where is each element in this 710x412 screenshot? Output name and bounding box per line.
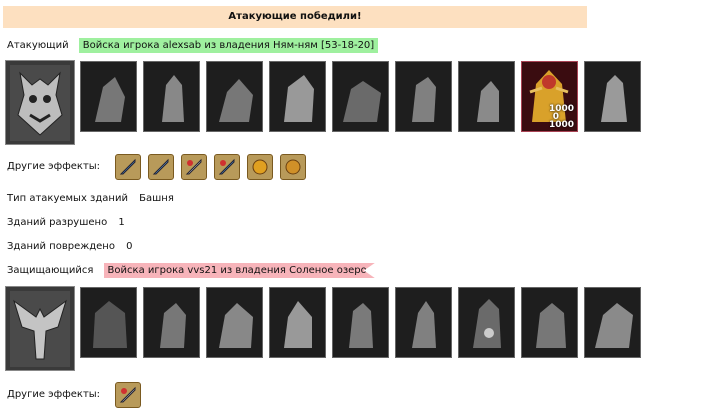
sword-gem-icon[interactable]	[214, 154, 240, 180]
attacker-unit-5[interactable]	[332, 61, 389, 132]
attacker-units: 1000 0 1000	[5, 60, 647, 145]
creature-icon	[283, 74, 314, 122]
sword-gem-icon[interactable]	[115, 382, 141, 408]
defender-unit-1[interactable]	[80, 287, 137, 358]
attacker-unit-2[interactable]	[143, 61, 200, 132]
buildings-destroyed-value: 1	[118, 217, 125, 228]
gold-beast-icon[interactable]	[280, 154, 306, 180]
attacker-unit-7[interactable]	[458, 61, 515, 132]
creature-icon	[476, 80, 499, 122]
creature-icon	[161, 74, 184, 122]
creature-icon	[94, 76, 125, 122]
creature-icon	[535, 302, 566, 348]
creature-icon	[218, 302, 253, 348]
defender-effects-label: Другие эффекты:	[7, 389, 101, 400]
buildings-damaged-value: 0	[126, 241, 133, 252]
building-type-value: Башня	[139, 193, 174, 204]
creature-icon	[342, 80, 381, 122]
attacker-name[interactable]: Войска игрока alexsab из владения Ням-ня…	[78, 38, 379, 53]
defender-unit-4[interactable]	[269, 287, 326, 358]
winged-skeleton-icon	[10, 290, 70, 367]
battle-result-banner: Атакующие победили!	[3, 6, 587, 28]
sword-icon[interactable]	[115, 154, 141, 180]
defender-effects	[115, 382, 141, 408]
defender-effects-row: Другие эффекты:	[7, 388, 100, 402]
creature-icon	[283, 300, 312, 348]
attacker-unit-9[interactable]	[584, 61, 641, 132]
building-type-label: Тип атакуемых зданий	[7, 193, 128, 204]
attacker-row: Атакующий Войска игрока alexsab из владе…	[7, 38, 379, 53]
building-type-row: Тип атакуемых зданий Башня	[7, 192, 174, 206]
creature-icon	[348, 302, 373, 348]
attacker-unit-6[interactable]	[395, 61, 452, 132]
sword-icon[interactable]	[148, 154, 174, 180]
defender-unit-9[interactable]	[584, 287, 641, 358]
defender-name[interactable]: Войска игрока vvs21 из владения Соленое …	[103, 263, 375, 278]
buildings-destroyed-label: Зданий разрушено	[7, 217, 108, 228]
defender-unit-8[interactable]	[521, 287, 578, 358]
attacker-unit-3[interactable]	[206, 61, 263, 132]
creature-icon	[92, 300, 127, 348]
attacker-effects-label: Другие эффекты:	[7, 161, 101, 172]
defender-unit-5[interactable]	[332, 287, 389, 358]
creature-icon	[594, 302, 633, 348]
creature-icon	[218, 78, 253, 122]
attacker-unit-4[interactable]	[269, 61, 326, 132]
defender-unit-3[interactable]	[206, 287, 263, 358]
defender-unit-7[interactable]	[458, 287, 515, 358]
buildings-damaged-row: Зданий повреждено 0	[7, 240, 133, 254]
attacker-hero-portrait[interactable]	[5, 60, 75, 145]
attacker-unit-8[interactable]: 1000 0 1000	[521, 61, 578, 132]
defender-row: Защищающийся Войска игрока vvs21 из влад…	[7, 263, 375, 278]
defender-unit-2[interactable]	[143, 287, 200, 358]
defender-label: Защищающийся	[7, 265, 94, 276]
attacker-effects	[115, 154, 306, 180]
creature-icon	[159, 302, 186, 348]
creature-icon	[411, 300, 436, 348]
defender-unit-6[interactable]	[395, 287, 452, 358]
sword-gem-icon[interactable]	[181, 154, 207, 180]
attacker-effects-row: Другие эффекты:	[7, 160, 100, 174]
demon-head-icon	[10, 64, 70, 141]
buildings-destroyed-row: Зданий разрушено 1	[7, 216, 125, 230]
gold-beast-icon[interactable]	[247, 154, 273, 180]
attacker-label: Атакующий	[7, 40, 69, 51]
buildings-damaged-label: Зданий повреждено	[7, 241, 115, 252]
creature-icon	[472, 298, 501, 348]
creature-icon	[411, 76, 436, 122]
unit-stat-3: 1000	[548, 120, 574, 130]
creature-icon	[600, 74, 627, 122]
attacker-unit-1[interactable]	[80, 61, 137, 132]
defender-hero-portrait[interactable]	[5, 286, 75, 371]
defender-units	[5, 286, 647, 371]
